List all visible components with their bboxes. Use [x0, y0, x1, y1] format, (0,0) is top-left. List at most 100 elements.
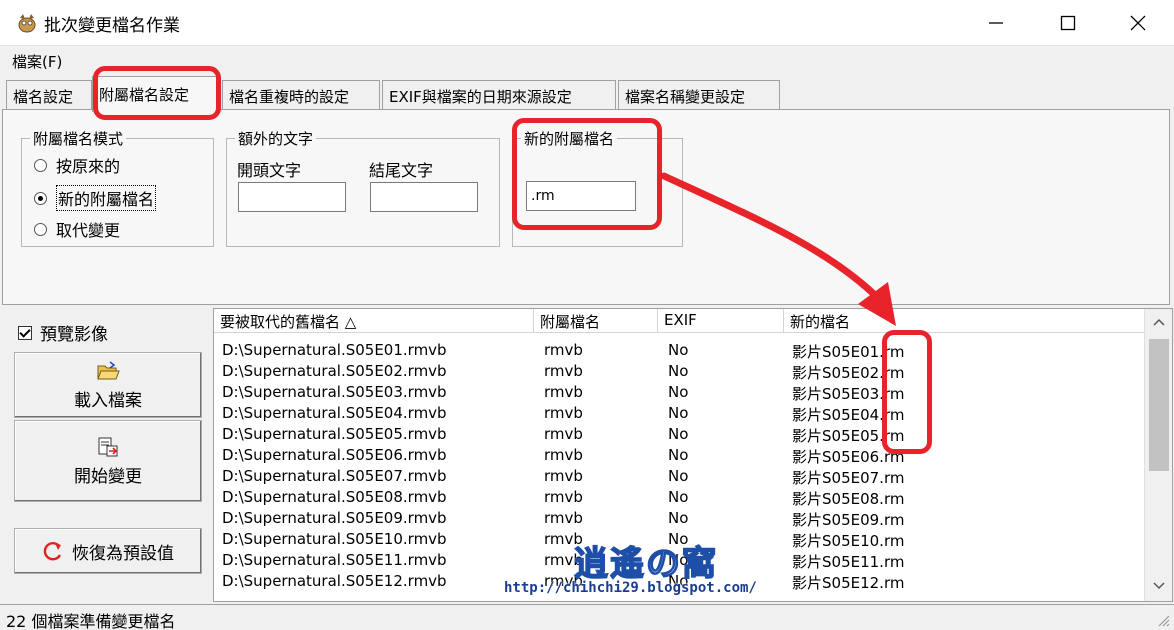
watermark: 逍遙の窩 http://chihchi29.blogspot.com/ — [504, 536, 764, 602]
cell-new: 影片S05E06.rm — [792, 448, 905, 466]
cell-old: D:\Supernatural.S05E03.rmvb — [222, 383, 447, 401]
scroll-up-button[interactable] — [1145, 311, 1172, 333]
table-row[interactable]: D:\Supernatural.S05E07.rmvb rmvb No 影片S05E0… — [214, 466, 1144, 487]
cell-ext: rmvb — [544, 446, 583, 464]
radio-replace[interactable]: 取代變更 — [34, 217, 120, 241]
table-row[interactable]: D:\Supernatural.S05E05.rmvb rmvb No 影片S05E0… — [214, 424, 1144, 445]
prefix-label: 開頭文字 — [237, 161, 302, 180]
maximize-button[interactable] — [1032, 0, 1104, 46]
suffix-label: 結尾文字 — [369, 161, 434, 180]
column-extension[interactable]: 附屬檔名 — [534, 309, 658, 333]
table-row[interactable]: D:\Supernatural.S05E03.rmvb rmvb No 影片S05E0… — [214, 382, 1144, 403]
cell-old: D:\Supernatural.S05E08.rmvb — [222, 488, 447, 506]
refresh-icon — [43, 542, 62, 561]
new-extension-input[interactable] — [526, 181, 636, 211]
column-new-name[interactable]: 新的檔名 — [784, 309, 1144, 333]
cell-old: D:\Supernatural.S05E02.rmvb — [222, 362, 447, 380]
table-row[interactable]: D:\Supernatural.S05E02.rmvb rmvb No 影片S05E0… — [214, 361, 1144, 382]
column-old-name[interactable]: 要被取代的舊檔名 △ — [214, 309, 534, 333]
cell-new: 影片S05E10.rm — [792, 532, 905, 550]
table-row[interactable]: D:\Supernatural.S05E06.rmvb rmvb No 影片S05E0… — [214, 445, 1144, 466]
reset-defaults-button[interactable]: 恢復為預設值 — [14, 528, 202, 574]
column-exif[interactable]: EXIF — [658, 309, 784, 333]
close-button[interactable] — [1102, 0, 1174, 46]
load-files-label: 載入檔案 — [74, 390, 142, 411]
maximize-icon — [1060, 15, 1076, 31]
cell-exif: No — [668, 383, 689, 401]
tab-exif-date-settings[interactable]: EXIF與檔案的日期來源設定 — [382, 80, 616, 110]
extra-text-title: 額外的文字 — [235, 128, 317, 149]
suffix-input[interactable] — [370, 182, 478, 212]
cell-old: D:\Supernatural.S05E06.rmvb — [222, 446, 447, 464]
radio-label: 取代變更 — [56, 221, 121, 240]
cell-new: 影片S05E04.rm — [792, 406, 905, 424]
tab-extension-settings[interactable]: 附屬檔名設定 — [92, 76, 220, 112]
cell-exif: No — [668, 404, 689, 422]
radio-button[interactable] — [34, 158, 47, 172]
cell-ext: rmvb — [544, 362, 583, 380]
cell-new: 影片S05E12.rm — [792, 574, 905, 592]
table-row[interactable]: D:\Supernatural.S05E01.rmvb rmvb No 影片S05E0… — [214, 340, 1144, 361]
cell-ext: rmvb — [544, 509, 583, 527]
preview-checkbox[interactable] — [18, 325, 32, 340]
load-files-button[interactable]: 載入檔案 — [14, 352, 202, 418]
cell-ext: rmvb — [544, 425, 583, 443]
start-rename-button[interactable]: 開始變更 — [14, 420, 202, 502]
extension-mode-group: 附屬檔名模式 按原來的 新的附屬檔名 取代變更 — [21, 128, 214, 247]
rename-document-icon — [98, 437, 118, 456]
table-row[interactable]: D:\Supernatural.S05E08.rmvb rmvb No 影片S05E0… — [214, 487, 1144, 508]
cell-old: D:\Supernatural.S05E11.rmvb — [222, 551, 447, 569]
cell-old: D:\Supernatural.S05E09.rmvb — [222, 509, 447, 527]
preview-toggle[interactable]: 預覽影像 — [18, 320, 108, 345]
radio-new-extension[interactable]: 新的附屬檔名 — [34, 185, 157, 211]
table-row[interactable]: D:\Supernatural.S05E04.rmvb rmvb No 影片S05E0… — [214, 403, 1144, 424]
list-header: 要被取代的舊檔名 △ 附屬檔名 EXIF 新的檔名 — [214, 309, 1144, 333]
radio-keep-original[interactable]: 按原來的 — [34, 153, 120, 177]
radio-label: 按原來的 — [56, 157, 121, 176]
scroll-down-button[interactable] — [1145, 575, 1172, 597]
vertical-scrollbar[interactable] — [1144, 309, 1172, 601]
cell-old: D:\Supernatural.S05E01.rmvb — [222, 341, 447, 359]
cell-exif: No — [668, 467, 689, 485]
extra-text-group: 額外的文字 開頭文字 結尾文字 — [226, 128, 500, 247]
cell-exif: No — [668, 362, 689, 380]
status-text: 22 個檔案準備變更檔名 — [6, 612, 176, 630]
left-pane: 預覽影像 載入檔案 開始變更 恢復為預設值 — [0, 306, 210, 602]
scroll-thumb[interactable] — [1149, 339, 1169, 471]
cell-new: 影片S05E07.rm — [792, 469, 905, 487]
cell-exif: No — [668, 425, 689, 443]
new-extension-group: 新的附屬檔名 — [512, 128, 683, 247]
cell-new: 影片S05E03.rm — [792, 385, 905, 403]
menu-file[interactable]: 檔案(F) — [12, 51, 62, 72]
tab-filename-settings[interactable]: 檔名設定 — [6, 80, 92, 110]
title-bar[interactable]: 批次變更檔名作業 — [0, 0, 1174, 46]
cell-old: D:\Supernatural.S05E12.rmvb — [222, 572, 447, 590]
cell-exif: No — [668, 341, 689, 359]
minimize-button[interactable] — [960, 0, 1032, 46]
prefix-input[interactable] — [238, 182, 346, 212]
extension-mode-title: 附屬檔名模式 — [30, 128, 127, 149]
open-folder-icon — [97, 360, 120, 379]
start-rename-label: 開始變更 — [74, 466, 142, 487]
radio-button[interactable] — [34, 191, 47, 205]
watermark-name: 逍遙の窩 — [573, 543, 718, 585]
cell-ext: rmvb — [544, 341, 583, 359]
cell-exif: No — [668, 488, 689, 506]
cell-new: 影片S05E02.rm — [792, 364, 905, 382]
cell-new: 影片S05E01.rm — [792, 343, 905, 361]
new-extension-title: 新的附屬檔名 — [521, 128, 618, 149]
cell-exif: No — [668, 509, 689, 527]
cell-old: D:\Supernatural.S05E07.rmvb — [222, 467, 447, 485]
radio-button[interactable] — [34, 222, 47, 236]
tab-rename-settings[interactable]: 檔案名稱變更設定 — [618, 80, 780, 110]
cell-old: D:\Supernatural.S05E04.rmvb — [222, 404, 447, 422]
minimize-icon — [989, 22, 1003, 24]
table-row[interactable]: D:\Supernatural.S05E09.rmvb rmvb No 影片S05E0… — [214, 508, 1144, 529]
chevron-down-icon — [1153, 582, 1165, 590]
radio-label: 新的附屬檔名 — [56, 185, 157, 211]
menu-bar: 檔案(F) — [0, 48, 1174, 74]
tab-duplicate-settings[interactable]: 檔名重複時的設定 — [222, 80, 380, 110]
preview-label: 預覽影像 — [40, 325, 108, 345]
window-title: 批次變更檔名作業 — [44, 16, 180, 36]
resize-grip-icon[interactable] — [1156, 613, 1170, 627]
